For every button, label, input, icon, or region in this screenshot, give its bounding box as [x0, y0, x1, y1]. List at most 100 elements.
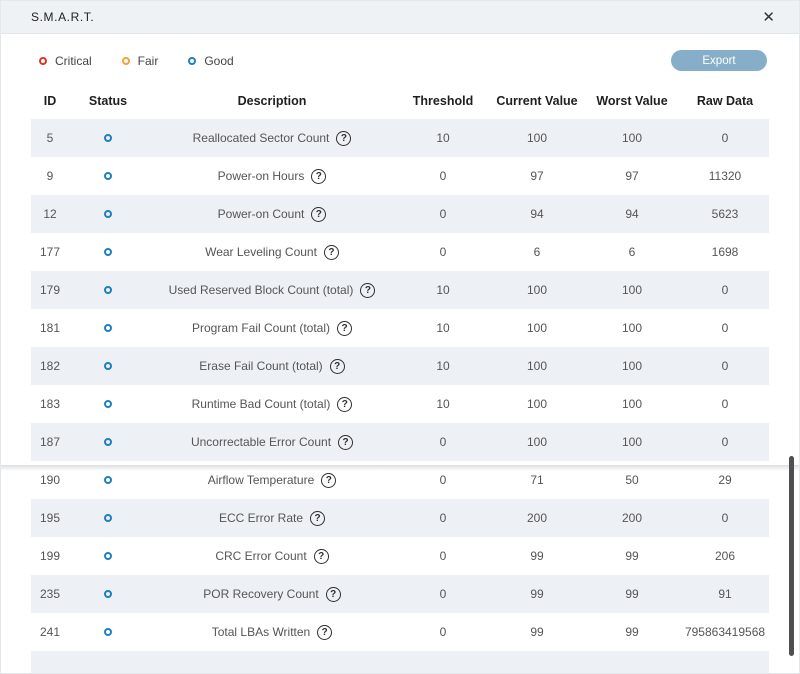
dialog-title: S.M.A.R.T.	[31, 10, 95, 24]
vertical-scrollbar[interactable]	[789, 456, 794, 656]
attribute-current-value: 100	[526, 321, 548, 335]
help-icon[interactable]: ?	[329, 358, 345, 374]
table-row: 177 Wear Leveling Count ? 0 6 6 1698	[31, 233, 769, 271]
attribute-raw-data: 206	[714, 549, 736, 563]
good-status-icon	[104, 324, 112, 332]
attribute-status	[69, 549, 147, 563]
column-header-worst-value: Worst Value	[596, 94, 668, 108]
attribute-description: ECC Error Rate ?	[147, 510, 397, 526]
attribute-id: 190	[39, 473, 61, 487]
attribute-worst-value: 6	[628, 245, 636, 259]
attribute-description: Power-on Hours ?	[147, 168, 397, 184]
attribute-description: Airflow Temperature ?	[147, 472, 397, 488]
attribute-worst-value: 99	[625, 587, 639, 601]
column-header-raw-data: Raw Data	[696, 94, 754, 108]
attribute-threshold: 0	[439, 511, 447, 525]
help-icon[interactable]: ?	[337, 396, 353, 412]
attribute-description: Wear Leveling Count ?	[147, 244, 397, 260]
attribute-current-value: 71	[530, 473, 544, 487]
column-header-status: Status	[88, 94, 128, 108]
attribute-status	[69, 131, 147, 145]
attribute-id: 12	[43, 207, 57, 221]
attribute-threshold: 0	[439, 473, 447, 487]
table-row: 190 Airflow Temperature ? 0 71 50 29	[31, 461, 769, 499]
attribute-current-value: 200	[526, 511, 548, 525]
attribute-description: POR Recovery Count ?	[147, 586, 397, 602]
attribute-description: Erase Fail Count (total) ?	[147, 358, 397, 374]
attribute-description: Reallocated Sector Count ?	[147, 130, 397, 146]
good-status-icon	[104, 248, 112, 256]
table-row: 199 CRC Error Count ? 0 99 99 206	[31, 537, 769, 575]
attribute-raw-data: 0	[721, 359, 729, 373]
help-icon[interactable]: ?	[360, 282, 376, 298]
partial-next-row	[31, 651, 769, 673]
attribute-current-value: 100	[526, 397, 548, 411]
attribute-worst-value: 200	[621, 511, 643, 525]
table-row: 181 Program Fail Count (total) ? 10 100 …	[31, 309, 769, 347]
attribute-status	[69, 359, 147, 373]
export-button[interactable]: Export	[671, 50, 767, 71]
attribute-status	[69, 473, 147, 487]
good-status-icon	[104, 172, 112, 180]
help-icon[interactable]: ?	[321, 472, 337, 488]
close-icon[interactable]: ✕	[758, 8, 779, 27]
help-icon[interactable]: ?	[337, 320, 353, 336]
help-icon[interactable]: ?	[311, 206, 327, 222]
attribute-threshold: 10	[436, 359, 450, 373]
help-icon[interactable]: ?	[323, 244, 339, 260]
attribute-worst-value: 99	[625, 625, 639, 639]
attribute-raw-data: 0	[721, 283, 729, 297]
attribute-raw-data: 0	[721, 321, 729, 335]
good-status-icon	[104, 590, 112, 598]
dialog-titlebar: S.M.A.R.T. ✕	[1, 1, 799, 34]
attribute-id: 235	[39, 587, 61, 601]
toolbar: Critical Fair Good Export	[1, 34, 799, 83]
attribute-raw-data: 1698	[711, 245, 739, 259]
attribute-id: 182	[39, 359, 61, 373]
attribute-worst-value: 100	[621, 321, 643, 335]
table-row: 9 Power-on Hours ? 0 97 97 11320	[31, 157, 769, 195]
attribute-raw-data: 5623	[711, 207, 739, 221]
legend-label: Critical	[55, 53, 92, 68]
table-row: 183 Runtime Bad Count (total) ? 10 100 1…	[31, 385, 769, 423]
attribute-raw-data: 0	[721, 131, 729, 145]
help-icon[interactable]: ?	[317, 624, 333, 640]
attribute-status	[69, 169, 147, 183]
attribute-threshold: 10	[436, 131, 450, 145]
help-icon[interactable]: ?	[311, 168, 327, 184]
legend-label: Good	[204, 53, 234, 68]
attribute-threshold: 0	[439, 245, 447, 259]
attribute-description: Runtime Bad Count (total) ?	[147, 396, 397, 412]
attribute-current-value: 100	[526, 435, 548, 449]
help-icon[interactable]: ?	[325, 586, 341, 602]
attribute-description: Used Reserved Block Count (total) ?	[147, 282, 397, 298]
attribute-id: 199	[39, 549, 61, 563]
table-row: 241 Total LBAs Written ? 0 99 99 7958634…	[31, 613, 769, 651]
attribute-current-value: 97	[530, 169, 544, 183]
fair-status-icon	[121, 56, 130, 65]
table-row: 235 POR Recovery Count ? 0 99 99 91	[31, 575, 769, 613]
attribute-worst-value: 50	[625, 473, 639, 487]
attribute-description: Program Fail Count (total) ?	[147, 320, 397, 336]
table-row: 5 Reallocated Sector Count ? 10 100 100 …	[31, 119, 769, 157]
attribute-id: 183	[39, 397, 61, 411]
attribute-current-value: 6	[533, 245, 541, 259]
attribute-raw-data: 795863419568	[684, 625, 766, 639]
attribute-id: 241	[39, 625, 61, 639]
good-status-icon	[104, 286, 112, 294]
attribute-status	[69, 321, 147, 335]
table-row: 12 Power-on Count ? 0 94 94 5623	[31, 195, 769, 233]
table-row: 195 ECC Error Rate ? 0 200 200 0	[31, 499, 769, 537]
attribute-status	[69, 625, 147, 639]
attribute-threshold: 0	[439, 587, 447, 601]
help-icon[interactable]: ?	[338, 434, 354, 450]
help-icon[interactable]: ?	[310, 510, 326, 526]
help-icon[interactable]: ?	[313, 548, 329, 564]
attribute-description: Uncorrectable Error Count ?	[147, 434, 397, 450]
attribute-current-value: 94	[530, 207, 544, 221]
attribute-status	[69, 511, 147, 525]
good-status-icon	[104, 134, 112, 142]
table-row: 187 Uncorrectable Error Count ? 0 100 10…	[31, 423, 769, 461]
smart-attributes-table: ID Status Description Threshold Current …	[31, 83, 769, 673]
help-icon[interactable]: ?	[336, 130, 352, 146]
